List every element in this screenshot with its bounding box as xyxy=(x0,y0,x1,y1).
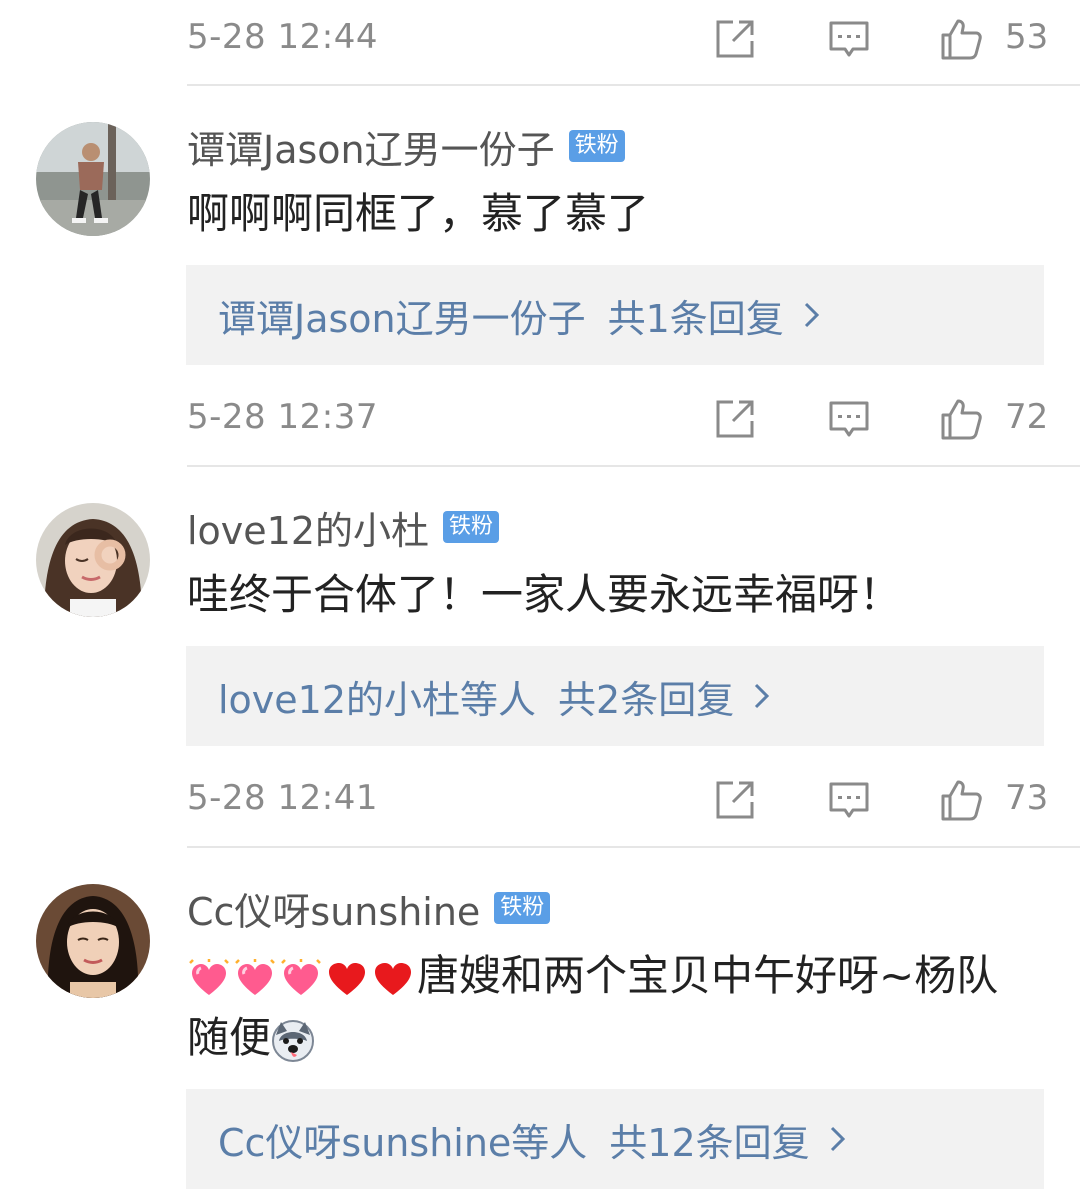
comment-meta-row: 5-28 12:41 73 xyxy=(187,768,1049,828)
username[interactable]: Cc仪呀sunshine xyxy=(187,881,480,936)
divider xyxy=(187,846,1080,848)
share-icon[interactable] xyxy=(713,397,757,441)
comment-header: Cc仪呀sunshine 铁粉 xyxy=(187,881,551,936)
replies-preview[interactable]: 谭谭Jason辽男一份子 共1条回复 xyxy=(186,265,1044,365)
fan-badge: 铁粉 xyxy=(494,892,551,924)
comment-icon[interactable] xyxy=(827,17,871,61)
share-icon[interactable] xyxy=(713,778,757,822)
red-heart-emoji xyxy=(371,957,415,1001)
avatar[interactable] xyxy=(36,884,150,998)
reply-authors: 谭谭Jason辽男一份子 xyxy=(218,296,586,341)
comment-timestamp: 5-28 12:37 xyxy=(187,397,378,437)
comment-icon[interactable] xyxy=(827,397,871,441)
replies-preview[interactable]: love12的小杜等人 共2条回复 xyxy=(186,646,1044,746)
reply-count: 共12条回复 xyxy=(609,1120,810,1165)
like-count: 73 xyxy=(1005,778,1049,818)
comment-text: 哇终于合体了！一家人要永远幸福呀！ xyxy=(187,570,902,619)
comment-timestamp: 5-28 12:44 xyxy=(187,17,378,57)
username[interactable]: love12的小杜 xyxy=(187,500,429,555)
husky-emoji xyxy=(271,1019,315,1063)
avatar[interactable] xyxy=(36,122,150,236)
comment-meta-row: 5-28 12:37 72 xyxy=(187,387,1049,447)
thumbs-up-icon[interactable] xyxy=(939,17,983,61)
comment-timestamp: 5-28 12:41 xyxy=(187,778,378,818)
comment-header: 谭谭Jason辽男一份子 铁粉 xyxy=(187,120,625,172)
chevron-right-icon xyxy=(752,681,772,711)
thumbs-up-icon[interactable] xyxy=(939,397,983,441)
red-heart-emoji xyxy=(325,957,369,1001)
divider xyxy=(187,465,1080,467)
comment-text: 唐嫂和两个宝贝中午好呀~杨队随便 xyxy=(187,945,1047,1069)
replies-preview[interactable]: Cc仪呀sunshine等人 共12条回复 xyxy=(186,1089,1044,1189)
chevron-right-icon xyxy=(828,1124,848,1154)
thumbs-up-icon[interactable] xyxy=(939,778,983,822)
heart-sparkle-emoji xyxy=(279,957,323,1001)
reply-authors: Cc仪呀sunshine等人 xyxy=(218,1120,588,1165)
avatar[interactable] xyxy=(36,503,150,617)
reply-count: 共2条回复 xyxy=(558,677,735,722)
fan-badge: 铁粉 xyxy=(568,130,625,162)
comment-icon[interactable] xyxy=(827,778,871,822)
like-count: 72 xyxy=(1005,397,1049,437)
comment-text: 啊啊啊同框了，慕了慕了 xyxy=(187,189,650,238)
username[interactable]: 谭谭Jason辽男一份子 xyxy=(187,119,555,174)
reply-count: 共1条回复 xyxy=(607,296,784,341)
share-icon[interactable] xyxy=(713,17,757,61)
comment-text-tail: 随便 xyxy=(187,1013,272,1062)
comment-meta-row: 5-28 12:44 53 xyxy=(187,7,1049,67)
heart-sparkle-emoji xyxy=(233,957,277,1001)
chevron-right-icon xyxy=(802,300,822,330)
comment-text-main: 唐嫂和两个宝贝中午好呀~杨队 xyxy=(417,951,999,1000)
reply-authors: love12的小杜等人 xyxy=(218,677,537,722)
heart-sparkle-emoji xyxy=(187,957,231,1001)
fan-badge: 铁粉 xyxy=(443,511,500,543)
divider xyxy=(187,84,1080,86)
like-count: 53 xyxy=(1005,17,1049,57)
comment-header: love12的小杜 铁粉 xyxy=(187,500,500,555)
